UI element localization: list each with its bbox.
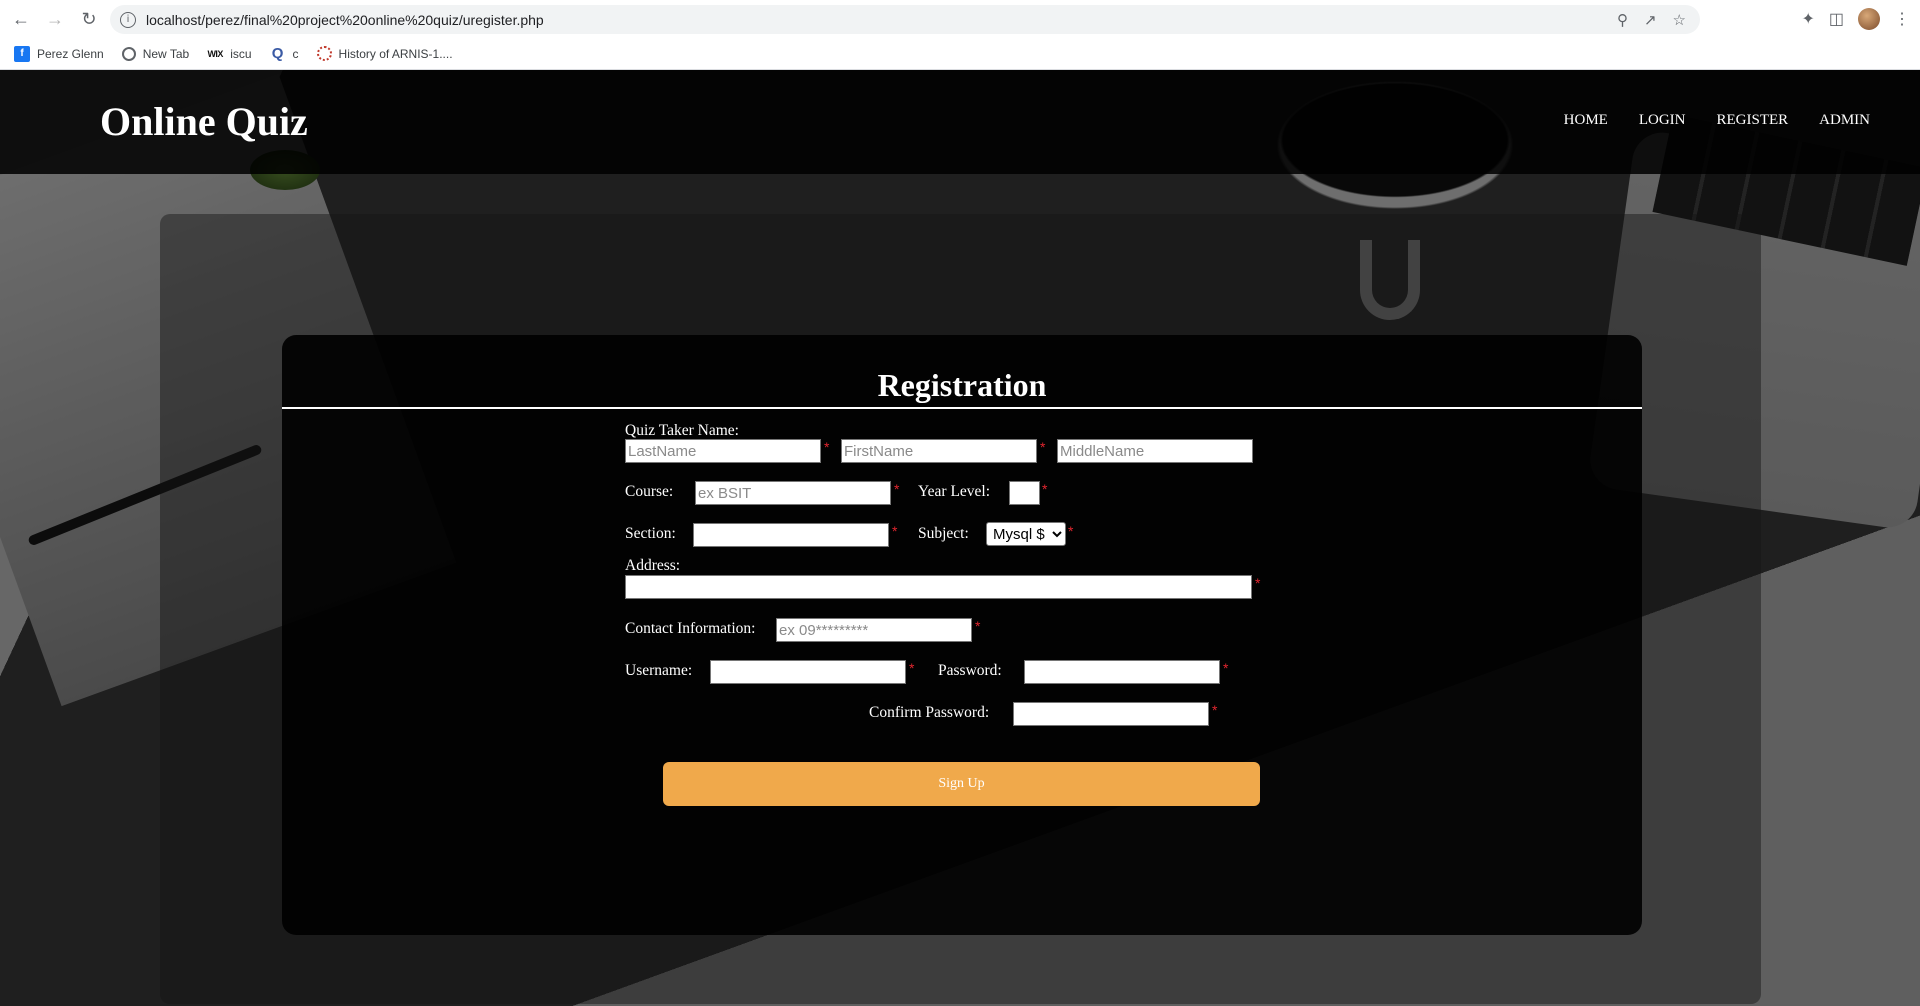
profile-avatar[interactable] (1858, 8, 1880, 30)
zoom-icon[interactable]: ⚲ (1617, 11, 1628, 29)
password-input[interactable] (1024, 660, 1220, 684)
reload-icon[interactable]: ↻ (76, 6, 102, 32)
site-nav-links: HOME LOGIN REGISTER ADMIN (1564, 112, 1870, 129)
forward-icon[interactable]: → (42, 6, 68, 32)
bookmark-item[interactable]: f Perez Glenn (14, 45, 104, 62)
wix-icon: WIX (207, 48, 223, 59)
required-marker: * (1068, 523, 1074, 539)
nav-home[interactable]: HOME (1564, 112, 1608, 129)
required-marker: * (1042, 481, 1048, 497)
bookmarks-bar: f Perez Glenn New Tab WIX iscu Q c Histo… (0, 38, 1920, 70)
nav-register[interactable]: REGISTER (1716, 112, 1788, 129)
signup-button[interactable]: Sign Up (663, 762, 1260, 806)
address-bar[interactable]: i localhost/perez/final%20project%20onli… (110, 5, 1700, 34)
contact-input[interactable] (776, 618, 972, 642)
required-marker: * (1040, 439, 1046, 455)
browser-toolbar: ← → ↻ i localhost/perez/final%20project%… (0, 0, 1920, 38)
bookmark-label: History of ARNIS-1.... (338, 46, 453, 61)
globe-icon (121, 46, 136, 61)
password-label: Password: (938, 662, 1002, 679)
lastname-input[interactable] (625, 439, 821, 463)
required-marker: * (1223, 660, 1229, 676)
bookmark-label: iscu (230, 46, 252, 61)
firstname-input[interactable] (841, 439, 1037, 463)
subject-select[interactable]: Mysql $ (986, 522, 1066, 546)
subject-label: Subject: (918, 525, 969, 542)
year-level-input[interactable] (1009, 481, 1040, 505)
url-text: localhost/perez/final%20project%20online… (146, 11, 544, 28)
required-marker: * (824, 439, 830, 455)
year-level-label: Year Level: (918, 483, 991, 500)
star-icon[interactable]: ☆ (1673, 11, 1686, 29)
course-label: Course: (625, 483, 674, 500)
page-background: Online Quiz HOME LOGIN REGISTER ADMIN Re… (0, 70, 1920, 1006)
username-input[interactable] (710, 660, 906, 684)
bookmark-label: c (292, 46, 299, 61)
section-input[interactable] (693, 523, 889, 547)
confirm-password-label: Confirm Password: (869, 704, 990, 721)
facebook-icon: f (14, 45, 30, 62)
confirm-password-input[interactable] (1013, 702, 1209, 726)
bookmark-item[interactable]: Q c (270, 45, 299, 62)
site-navbar: Online Quiz HOME LOGIN REGISTER ADMIN (0, 70, 1920, 174)
site-info-icon[interactable]: i (120, 11, 136, 28)
registration-card: Registration Quiz Taker Name: * * Course… (282, 335, 1642, 935)
bookmark-label: New Tab (142, 46, 190, 61)
required-marker: * (1255, 575, 1261, 591)
bookmark-item[interactable]: New Tab (121, 46, 190, 61)
side-panel-icon[interactable]: ◫ (1829, 9, 1844, 29)
extensions-icon[interactable]: ✦ (1801, 9, 1814, 29)
ring-icon (316, 46, 332, 61)
required-marker: * (894, 481, 900, 497)
title-divider (282, 407, 1642, 409)
required-marker: * (909, 660, 915, 676)
menu-icon[interactable]: ⋮ (1894, 9, 1910, 29)
nav-login[interactable]: LOGIN (1639, 112, 1686, 129)
required-marker: * (975, 618, 981, 634)
share-icon[interactable]: ↗ (1644, 11, 1657, 29)
course-input[interactable] (695, 481, 891, 505)
bookmark-item[interactable]: WIX iscu (207, 46, 251, 62)
section-label: Section: (625, 525, 676, 542)
back-icon[interactable]: ← (8, 6, 34, 32)
address-label: Address: (625, 557, 681, 574)
bookmark-item[interactable]: History of ARNIS-1.... (316, 46, 453, 61)
q-icon: Q (271, 45, 284, 62)
middlename-input[interactable] (1057, 439, 1253, 463)
nav-admin[interactable]: ADMIN (1819, 112, 1870, 129)
required-marker: * (892, 523, 898, 539)
required-marker: * (1212, 702, 1218, 718)
address-input[interactable] (625, 575, 1252, 599)
site-brand[interactable]: Online Quiz (100, 98, 308, 145)
page-title: Registration (877, 367, 1047, 403)
username-label: Username: (625, 662, 693, 679)
bookmark-label: Perez Glenn (37, 46, 104, 61)
contact-label: Contact Information: (625, 620, 756, 637)
name-label: Quiz Taker Name: (625, 422, 739, 439)
